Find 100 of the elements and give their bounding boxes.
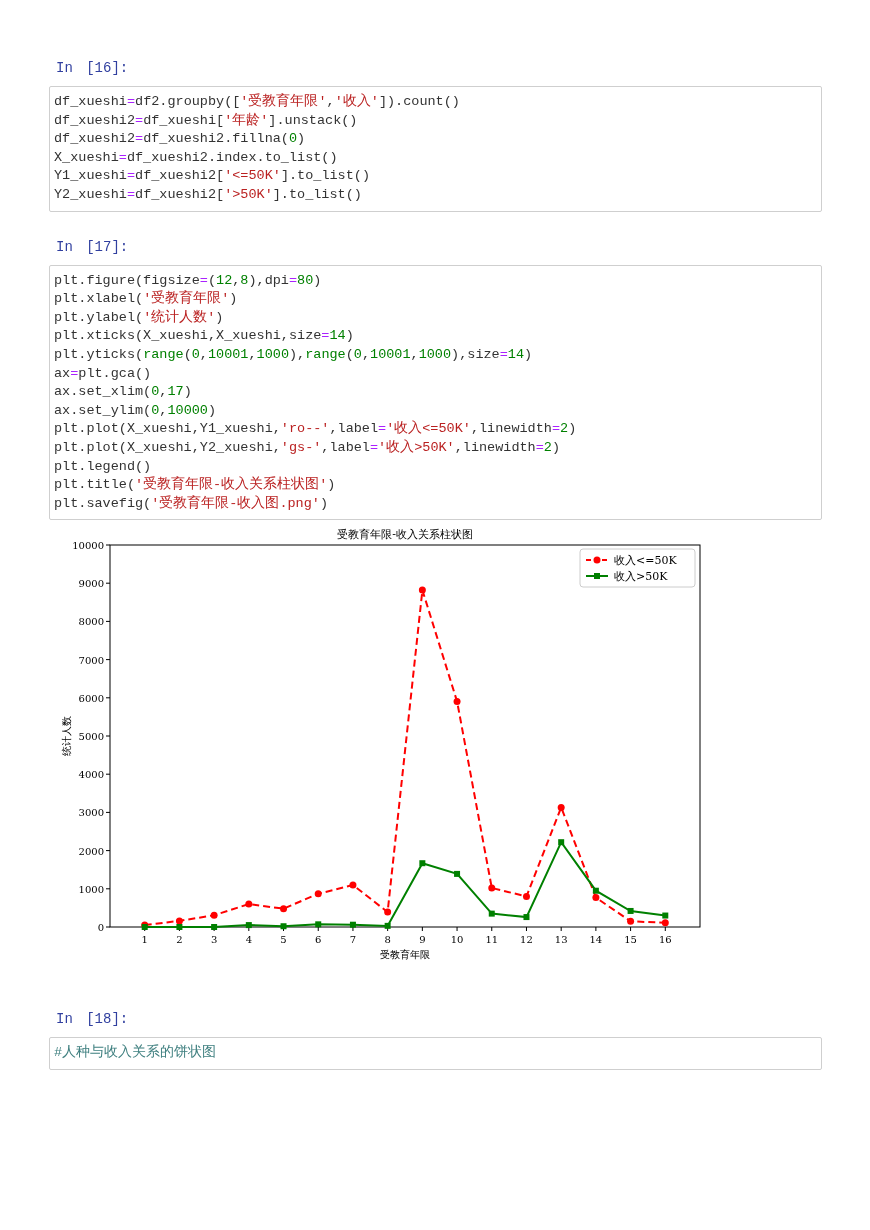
tick-mark <box>317 926 319 932</box>
code-cell[interactable] <box>49 264 822 521</box>
code-line: df_xueshi=df2.groupby(['受教育年限','收入']).count() <box>54 93 460 111</box>
y-tick-label: 0 <box>97 922 104 934</box>
code-line: plt.plot(X_xueshi,Y1_xueshi,'ro--',label='收入<=50K',linewidth=2) <box>54 420 577 439</box>
tick-mark <box>630 926 632 932</box>
tick-mark <box>105 888 111 890</box>
data-point <box>245 922 252 929</box>
legend-label: 收入>50K <box>614 570 668 584</box>
code-line: plt.xticks(X_xueshi,X_xueshi,size=14) <box>54 327 354 346</box>
code-line: plt.savefig('受教育年限-收入图.png') <box>54 494 329 513</box>
tick-mark <box>421 926 423 932</box>
code-line: #人种与收入关系的饼状图 <box>54 1044 217 1063</box>
x-tick-label: 4 <box>245 934 252 946</box>
data-point <box>454 871 461 878</box>
code-line: ax.set_ylim(0,10000) <box>54 401 217 420</box>
code-line: plt.figure(figsize=(12,8),dpi=80) <box>54 271 322 290</box>
y-tick-label: 1000 <box>78 884 104 896</box>
x-tick-label: 8 <box>384 934 391 946</box>
code-line: ax=plt.gca() <box>54 364 152 383</box>
data-point <box>488 910 495 917</box>
data-point <box>522 893 530 901</box>
x-tick-label: 1 <box>141 934 148 946</box>
code-line: X_xueshi=df_xueshi2.index.to_list() <box>54 148 338 167</box>
tick-mark <box>248 926 250 932</box>
data-point <box>488 884 496 892</box>
code-line: plt.legend() <box>54 457 152 476</box>
x-tick-label: 10 <box>450 934 464 946</box>
tick-mark <box>105 544 111 546</box>
chart-title: 受教育年限-收入关系柱状图 <box>337 528 473 542</box>
code-line: plt.xlabel('受教育年限') <box>54 290 238 309</box>
data-point <box>419 860 426 867</box>
y-tick-label: 2000 <box>78 845 104 857</box>
tick-mark <box>491 926 493 932</box>
tick-mark <box>456 926 458 932</box>
y-tick-label: 10000 <box>72 540 104 552</box>
tick-mark <box>105 774 111 775</box>
data-point <box>557 804 565 812</box>
cell-prompt: In [16]: <box>55 59 129 78</box>
data-point <box>245 900 253 908</box>
data-point <box>314 890 322 898</box>
y-axis-label: 统计人数 <box>61 716 72 757</box>
data-point <box>211 924 218 931</box>
legend-swatch <box>585 556 609 564</box>
x-tick-label: 16 <box>658 934 672 946</box>
legend-swatch <box>585 573 609 580</box>
data-point <box>280 905 288 913</box>
code-line: df_xueshi2=df_xueshi2.fillna(0) <box>54 130 306 149</box>
tick-mark <box>283 926 285 932</box>
code-line: df_xueshi2=df_xueshi['年龄'].unstack() <box>54 111 358 130</box>
y-tick-label: 5000 <box>78 731 104 743</box>
x-tick-label: 6 <box>315 934 322 946</box>
data-point <box>384 923 391 930</box>
y-tick-label: 9000 <box>78 578 104 590</box>
tick-mark <box>105 812 111 814</box>
data-point <box>315 921 322 928</box>
data-point <box>210 911 218 919</box>
y-tick-label: 4000 <box>78 769 104 781</box>
x-tick-label: 14 <box>589 934 603 946</box>
data-point <box>627 908 634 915</box>
code-line: plt.title('受教育年限-收入关系柱状图') <box>54 476 336 495</box>
y-tick-label: 7000 <box>78 654 104 666</box>
code-line: ax.set_xlim(0,17) <box>54 383 192 402</box>
x-tick-label: 13 <box>554 934 568 946</box>
cell-prompt: In [17]: <box>55 237 129 257</box>
tick-mark <box>525 926 527 932</box>
tick-mark <box>105 621 111 623</box>
code-line: Y2_xueshi=df_xueshi2['>50K'].to_list() <box>54 185 362 204</box>
data-point <box>627 918 635 926</box>
tick-mark <box>664 926 666 932</box>
tick-mark <box>560 926 562 932</box>
code-line: plt.yticks(range(0,10001,1000),range(0,10001,1000),size=14) <box>54 345 533 364</box>
x-tick-label: 2 <box>176 934 183 946</box>
data-point <box>558 839 565 846</box>
data-point <box>523 914 530 921</box>
code-cell[interactable]: #人种与收入关系的饼状图 <box>49 1037 822 1070</box>
tick-mark <box>105 697 111 699</box>
legend-label: 收入<=50K <box>614 554 677 568</box>
x-tick-label: 7 <box>349 934 357 946</box>
tick-mark <box>105 735 111 737</box>
data-point <box>280 923 287 930</box>
y-tick-label: 3000 <box>78 807 104 819</box>
x-tick-label: 15 <box>624 934 637 946</box>
tick-mark <box>387 926 389 932</box>
x-tick-label: 12 <box>520 934 533 946</box>
y-tick-label: 8000 <box>78 616 104 628</box>
code-line: plt.ylabel('统计人数') <box>54 308 224 327</box>
x-tick-label: 9 <box>419 934 426 946</box>
tick-mark <box>105 926 111 928</box>
x-tick-label: 3 <box>210 934 218 946</box>
data-point <box>349 881 357 889</box>
x-axis-label: 受教育年限 <box>380 949 430 961</box>
tick-mark <box>105 583 111 584</box>
x-tick-label: 5 <box>280 934 287 946</box>
tick-mark <box>352 926 354 932</box>
data-point <box>384 908 392 916</box>
data-point <box>418 586 426 594</box>
code-cell[interactable] <box>49 86 822 212</box>
tick-mark <box>105 850 111 852</box>
tick-mark <box>595 926 597 932</box>
